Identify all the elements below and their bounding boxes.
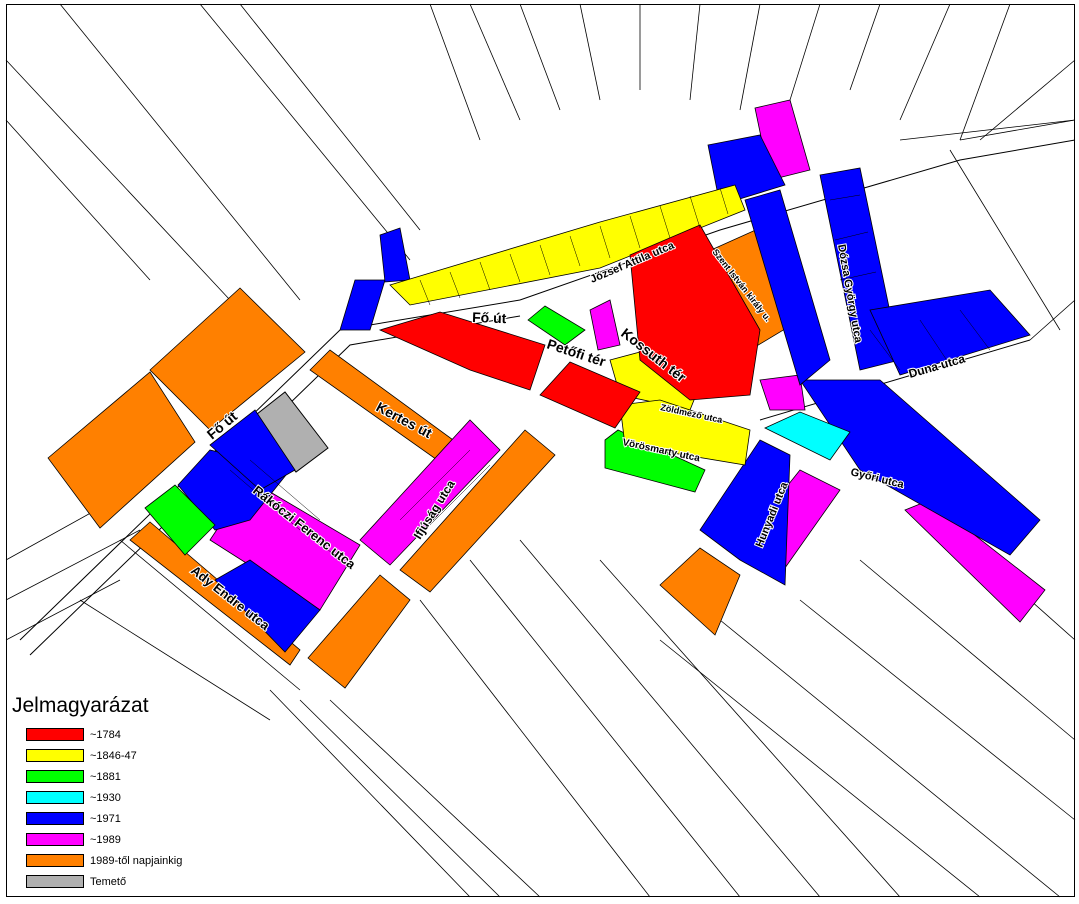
legend-item: ~1930 <box>12 787 252 808</box>
legend: Jelmagyarázat ~1784 ~1846-47 ~1881 ~1930 ~19… <box>12 694 252 892</box>
street-label-fo-ut-1: Fő út <box>472 309 507 326</box>
legend-item: ~1881 <box>12 766 252 787</box>
legend-label: ~1930 <box>90 791 121 804</box>
legend-item: ~1989 <box>12 829 252 850</box>
legend-label: ~1971 <box>90 812 121 825</box>
legend-swatch <box>26 875 84 888</box>
legend-swatch <box>26 854 84 867</box>
legend-swatch <box>26 749 84 762</box>
legend-swatch <box>26 770 84 783</box>
legend-swatch <box>26 812 84 825</box>
legend-label: 1989-től napjainkig <box>90 854 183 867</box>
legend-item: ~1784 <box>12 724 252 745</box>
legend-label: ~1784 <box>90 728 121 741</box>
legend-items: ~1784 ~1846-47 ~1881 ~1930 ~1971 ~1989 1989-tő… <box>12 724 252 892</box>
legend-swatch <box>26 833 84 846</box>
legend-label: ~1846-47 <box>90 749 137 762</box>
legend-title: Jelmagyarázat <box>12 694 149 717</box>
legend-item: ~1846-47 <box>12 745 252 766</box>
legend-label: Temető <box>90 875 127 888</box>
legend-item: Temető <box>12 871 252 892</box>
legend-item: 1989-től napjainkig <box>12 850 252 871</box>
legend-label: ~1989 <box>90 833 121 846</box>
legend-swatch <box>26 791 84 804</box>
legend-label: ~1881 <box>90 770 121 783</box>
legend-item: ~1971 <box>12 808 252 829</box>
legend-swatch <box>26 728 84 741</box>
